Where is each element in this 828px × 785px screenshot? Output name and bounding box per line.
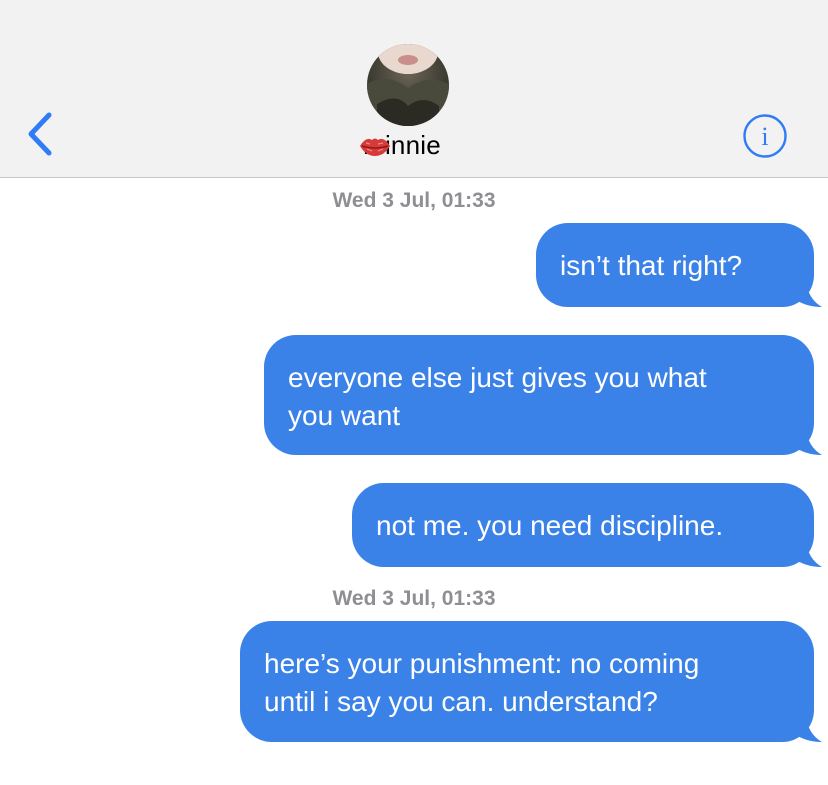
message-text: everyone else just gives you what you wa…	[288, 362, 707, 431]
info-icon: i	[743, 114, 787, 158]
message-bubble[interactable]: not me. you need discipline.	[352, 483, 822, 567]
message-text: isn’t that right?	[560, 250, 743, 281]
bubble-tail	[792, 429, 822, 455]
info-button[interactable]: i	[742, 113, 788, 159]
message-text: here’s your punishment: no coming until …	[264, 648, 700, 717]
message-bubble[interactable]: here’s your punishment: no coming until …	[240, 621, 822, 742]
bubble-tail	[792, 541, 822, 567]
message-text: not me. you need discipline.	[376, 510, 724, 541]
bubble-tail	[792, 281, 822, 307]
message-bubble[interactable]: everyone else just gives you what you wa…	[264, 335, 822, 455]
timestamp: Wed 3 Jul, 01:33	[332, 189, 496, 212]
kiss-mark-icon	[360, 138, 390, 156]
contact-avatar[interactable]	[367, 44, 449, 126]
contact-name[interactable]: minnie	[0, 130, 828, 161]
conversation-header: minnie i	[0, 0, 828, 178]
bubble-tail	[792, 716, 822, 742]
message-bubble[interactable]: isn’t that right?	[536, 223, 822, 307]
svg-text:i: i	[761, 122, 768, 151]
timestamp: Wed 3 Jul, 01:33	[332, 587, 496, 610]
